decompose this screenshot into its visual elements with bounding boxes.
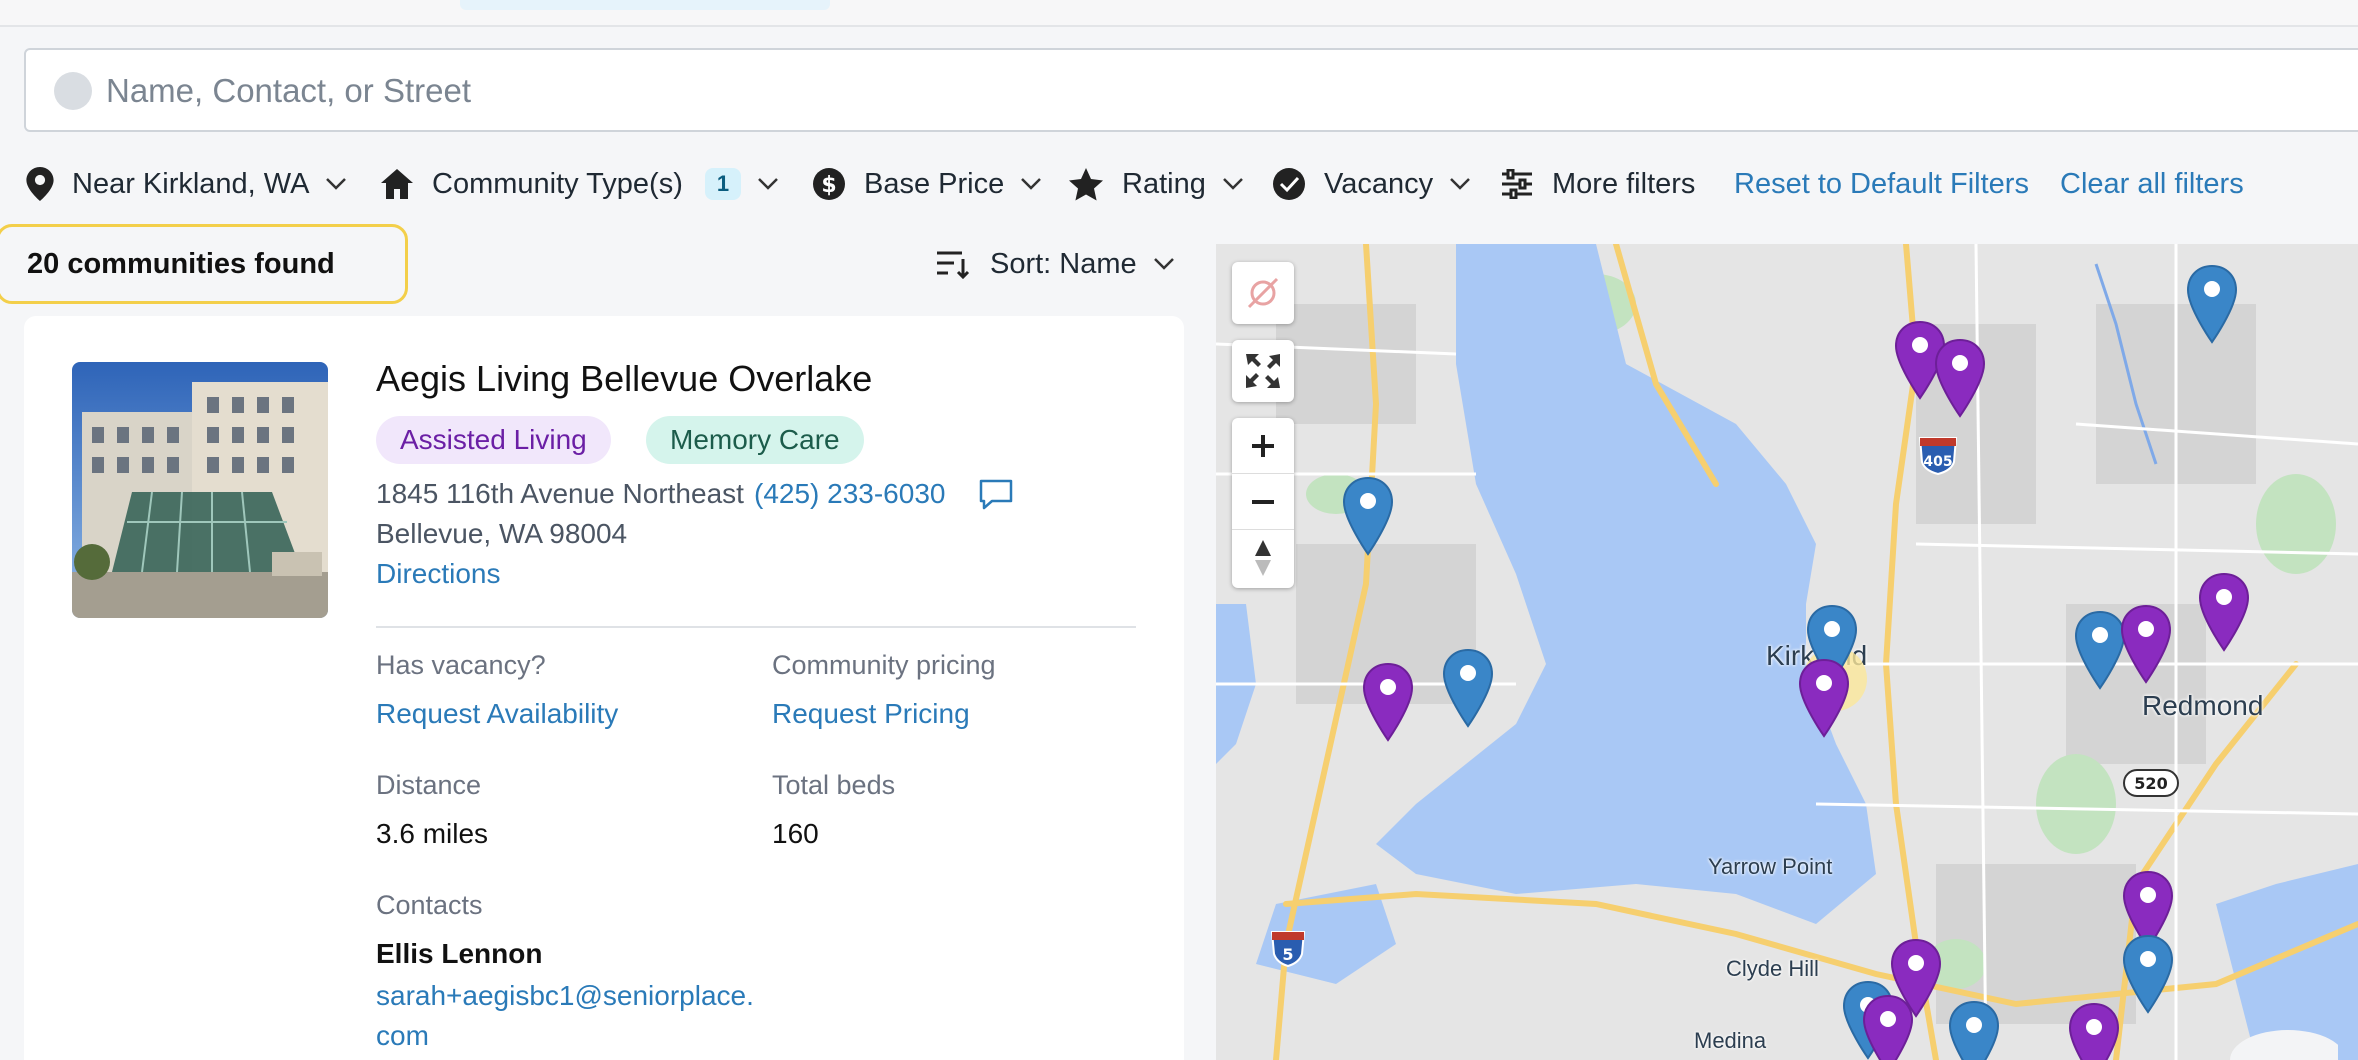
phone-link[interactable]: (425) 233-6030 [754, 478, 945, 510]
dollar-circle-icon: $ [813, 168, 845, 200]
zoom-in-button[interactable] [1232, 418, 1294, 474]
location-filter-label: Near Kirkland, WA [72, 167, 310, 200]
map-label-yarrow-point: Yarrow Point [1708, 854, 1833, 879]
map-panel[interactable]: Kirkland Redmond Yarrow Point Clyde Hill… [1216, 244, 2358, 1060]
minus-icon [1252, 499, 1274, 504]
base-price-filter[interactable]: $ Base Price [812, 154, 1042, 214]
fullscreen-button[interactable] [1232, 340, 1294, 402]
location-pin-icon [26, 167, 54, 201]
top-strip [0, 0, 2358, 27]
shield-405-text: 405 [1923, 454, 1952, 470]
highway-shield-520: 520 [2123, 769, 2179, 797]
map-pin-purple[interactable] [1934, 338, 1986, 418]
pricing-label: Community pricing [772, 650, 996, 680]
address-line-2: Bellevue, WA 98004 [376, 518, 628, 549]
rating-label: Rating [1122, 167, 1206, 200]
vacancy-question: Has vacancy? [376, 650, 546, 680]
reset-filters-link[interactable]: Reset to Default Filters [1734, 154, 2029, 214]
tag-memory-care: Memory Care [646, 416, 864, 464]
check-circle-icon [1273, 168, 1305, 200]
community-photo[interactable] [72, 362, 328, 618]
vacancy-label: Vacancy [1324, 167, 1434, 200]
contact-email-link[interactable]: sarah+aegisbc1@seniorplace.com [376, 976, 756, 1056]
shield-5-text: 5 [1282, 945, 1293, 964]
more-filters-button[interactable]: More filters [1500, 154, 1695, 214]
map-pin-blue[interactable] [1442, 648, 1494, 728]
map-overlay-bubble [2230, 1030, 2338, 1060]
chevron-down-icon [758, 178, 779, 190]
map-pin-blue[interactable] [2122, 934, 2174, 1014]
contacts-label: Contacts [376, 890, 483, 920]
contact-name: Ellis Lennon [376, 938, 543, 969]
beds-value: 160 [772, 818, 819, 849]
map-label-clyde-hill: Clyde Hill [1726, 956, 1819, 981]
sliders-icon [1502, 169, 1532, 199]
shield-520-text: 520 [2134, 774, 2167, 793]
more-filters-label: More filters [1552, 167, 1696, 200]
community-name[interactable]: Aegis Living Bellevue Overlake [376, 358, 872, 400]
zoom-controls [1232, 418, 1294, 588]
message-icon[interactable] [978, 478, 1014, 517]
chevron-down-icon [1222, 178, 1243, 190]
clear-filters-link[interactable]: Clear all filters [2060, 154, 2244, 214]
distance-value: 3.6 miles [376, 818, 489, 849]
community-type-filter[interactable]: Community Type(s) 1 [380, 154, 779, 214]
search-input[interactable] [106, 66, 1906, 116]
top-tab-indicator [460, 0, 830, 10]
highway-shield-405: 405 [1918, 437, 1958, 476]
search-icon [54, 72, 92, 110]
map-pin-blue[interactable] [1342, 476, 1394, 556]
zoom-out-button[interactable] [1232, 474, 1294, 530]
map-pin-purple[interactable] [1862, 994, 1914, 1060]
map-label-medina: Medina [1694, 1028, 1767, 1053]
directions-link[interactable]: Directions [376, 558, 500, 590]
sort-icon [937, 251, 970, 279]
map-pin-purple[interactable] [2120, 604, 2172, 684]
location-disabled-icon [1247, 277, 1279, 309]
map-pin-blue[interactable] [1948, 1000, 2000, 1060]
chevron-down-icon [1153, 258, 1174, 270]
sort-label: Sort: Name [990, 247, 1137, 280]
divider [376, 626, 1136, 628]
map-pin-blue[interactable] [2074, 610, 2126, 690]
compass-button[interactable] [1232, 530, 1294, 586]
location-toggle-button[interactable] [1232, 262, 1294, 324]
community-type-label: Community Type(s) [432, 167, 683, 200]
beds-label: Total beds [772, 770, 896, 800]
chevron-down-icon [326, 178, 347, 190]
map-pin-purple[interactable] [2198, 572, 2250, 652]
svg-text:$: $ [821, 173, 836, 198]
sort-dropdown[interactable]: Sort: Name [936, 236, 1175, 292]
map-pin-blue[interactable] [2186, 264, 2238, 344]
map-label-redmond: Redmond [2142, 690, 2264, 721]
distance-label: Distance [376, 770, 482, 800]
home-icon [381, 169, 413, 199]
compass-icon [1255, 540, 1271, 576]
results-count: 20 communities found [0, 224, 408, 304]
request-availability-link[interactable]: Request Availability [376, 698, 618, 730]
community-card[interactable]: Aegis Living Bellevue Overlake Assisted … [24, 316, 1184, 1060]
base-price-label: Base Price [864, 167, 1005, 200]
location-filter[interactable]: Near Kirkland, WA [26, 154, 347, 214]
chevron-down-icon [1450, 178, 1470, 190]
expand-icon [1246, 354, 1280, 388]
filter-bar: Near Kirkland, WA Community Type(s) 1 $ … [0, 154, 2358, 214]
vacancy-filter[interactable]: Vacancy [1272, 154, 1471, 214]
request-pricing-link[interactable]: Request Pricing [772, 698, 970, 730]
map-pin-purple[interactable] [2068, 1002, 2120, 1060]
highway-shield-5: 5 [1270, 931, 1306, 968]
star-icon [1069, 168, 1103, 201]
address-line-1: 1845 116th Avenue Northeast [376, 478, 744, 509]
tag-assisted-living: Assisted Living [376, 416, 611, 464]
community-type-count-badge: 1 [704, 168, 742, 200]
chevron-down-icon [1021, 178, 1042, 190]
map-pin-purple[interactable] [1362, 662, 1414, 742]
plus-icon [1252, 434, 1274, 457]
rating-filter[interactable]: Rating [1068, 154, 1244, 214]
search-bar[interactable] [24, 48, 2358, 132]
map-pin-purple[interactable] [1798, 658, 1850, 738]
